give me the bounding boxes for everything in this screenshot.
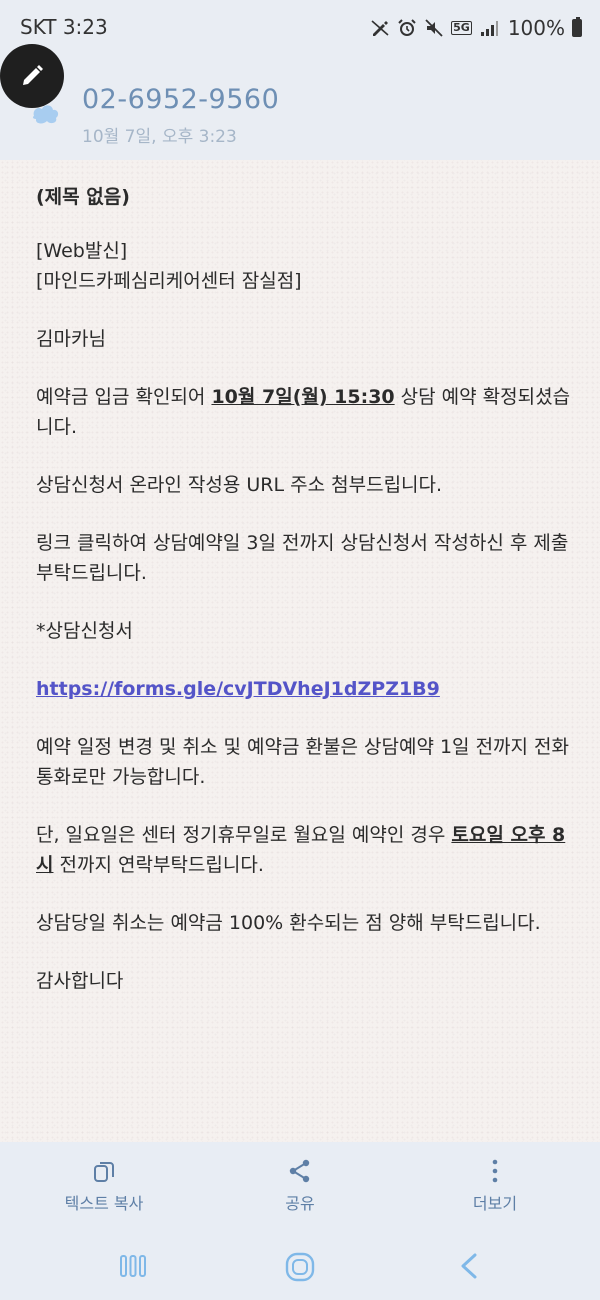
status-icons: 5G 100%	[370, 16, 582, 40]
greeting: 김마카님	[36, 328, 106, 350]
pen-off-icon	[371, 20, 389, 36]
center-name: [마인드카페심리케어센터 잠실점]	[36, 270, 302, 292]
message-header-lines: [Web발신] [마인드카페심리케어센터 잠실점]	[36, 236, 576, 296]
sunday-notice: 단, 일요일은 센터 정기휴무일로 월요일 예약인 경우 토요일 오후 8시 전…	[36, 820, 576, 880]
contact-avatar	[32, 105, 59, 124]
pencil-icon	[23, 65, 43, 85]
sunday-post: 전까지 연락부탁드립니다.	[53, 854, 264, 876]
back-icon[interactable]	[458, 1252, 480, 1280]
message-body[interactable]: (제목 없음) [Web발신] [마인드카페심리케어센터 잠실점] 김마카님 예…	[36, 182, 576, 1024]
more-vertical-icon	[492, 1159, 498, 1183]
battery-icon	[572, 17, 582, 37]
share-icon	[289, 1159, 310, 1183]
message-datetime: 10월 7일, 오후 3:23	[82, 127, 237, 147]
same-day-policy: 상담당일 취소는 예약금 100% 환수되는 점 양해 부탁드립니다.	[36, 912, 541, 934]
network-5g-icon: 5G	[451, 21, 472, 35]
edit-button[interactable]	[0, 44, 64, 108]
thanks: 감사합니다	[36, 970, 124, 992]
change-policy: 예약 일정 변경 및 취소 및 예약금 환불은 상담예약 1일 전까지 전화통화…	[36, 736, 570, 788]
copy-text-label: 텍스트 복사	[64, 1194, 144, 1213]
system-nav-bar	[0, 1232, 600, 1300]
alarm-icon	[398, 19, 416, 36]
sunday-pre: 단, 일요일은 센터 정기휴무일로 월요일 예약인 경우	[36, 824, 452, 846]
recents-icon[interactable]	[118, 1252, 148, 1280]
confirm-pre: 예약금 입금 확인되어	[36, 386, 212, 408]
status-bar: SKT 3:23 5G 100%	[0, 0, 600, 56]
copy-icon	[94, 1162, 114, 1182]
message-subject: (제목 없음)	[36, 186, 130, 208]
message-card: (제목 없음) [Web발신] [마인드카페심리케어센터 잠실점] 김마카님 예…	[0, 160, 600, 1142]
share-label: 공유	[285, 1194, 315, 1213]
confirmation-text: 예약금 입금 확인되어 10월 7일(월) 15:30 상담 예약 확정되셨습니…	[36, 382, 576, 442]
link-instruction: 링크 클릭하여 상담예약일 3일 전까지 상담신청서 작성하신 후 제출 부탁드…	[36, 532, 569, 584]
web-sent-label: [Web발신]	[36, 240, 128, 262]
share-button[interactable]: 공유	[230, 1158, 370, 1214]
form-link[interactable]: https://forms.gle/cvJTDVheJ1dZPZ1B9	[36, 678, 440, 700]
carrier-time: SKT 3:23	[20, 15, 108, 39]
url-notice: 상담신청서 온라인 작성용 URL 주소 첨부드립니다.	[36, 474, 443, 496]
home-icon[interactable]	[285, 1252, 315, 1282]
mute-icon	[425, 19, 443, 37]
battery-percent: 100%	[507, 16, 565, 40]
form-label: *상담신청서	[36, 620, 133, 642]
more-button[interactable]: 더보기	[425, 1158, 565, 1214]
copy-text-button[interactable]: 텍스트 복사	[34, 1158, 174, 1214]
message-action-bar: 텍스트 복사 공유 더보기	[0, 1142, 600, 1232]
signal-icon	[480, 21, 498, 36]
appointment-date: 10월 7일(월) 15:30	[211, 386, 395, 408]
sender-number: 02-6952-9560	[82, 84, 280, 115]
more-label: 더보기	[472, 1194, 518, 1213]
